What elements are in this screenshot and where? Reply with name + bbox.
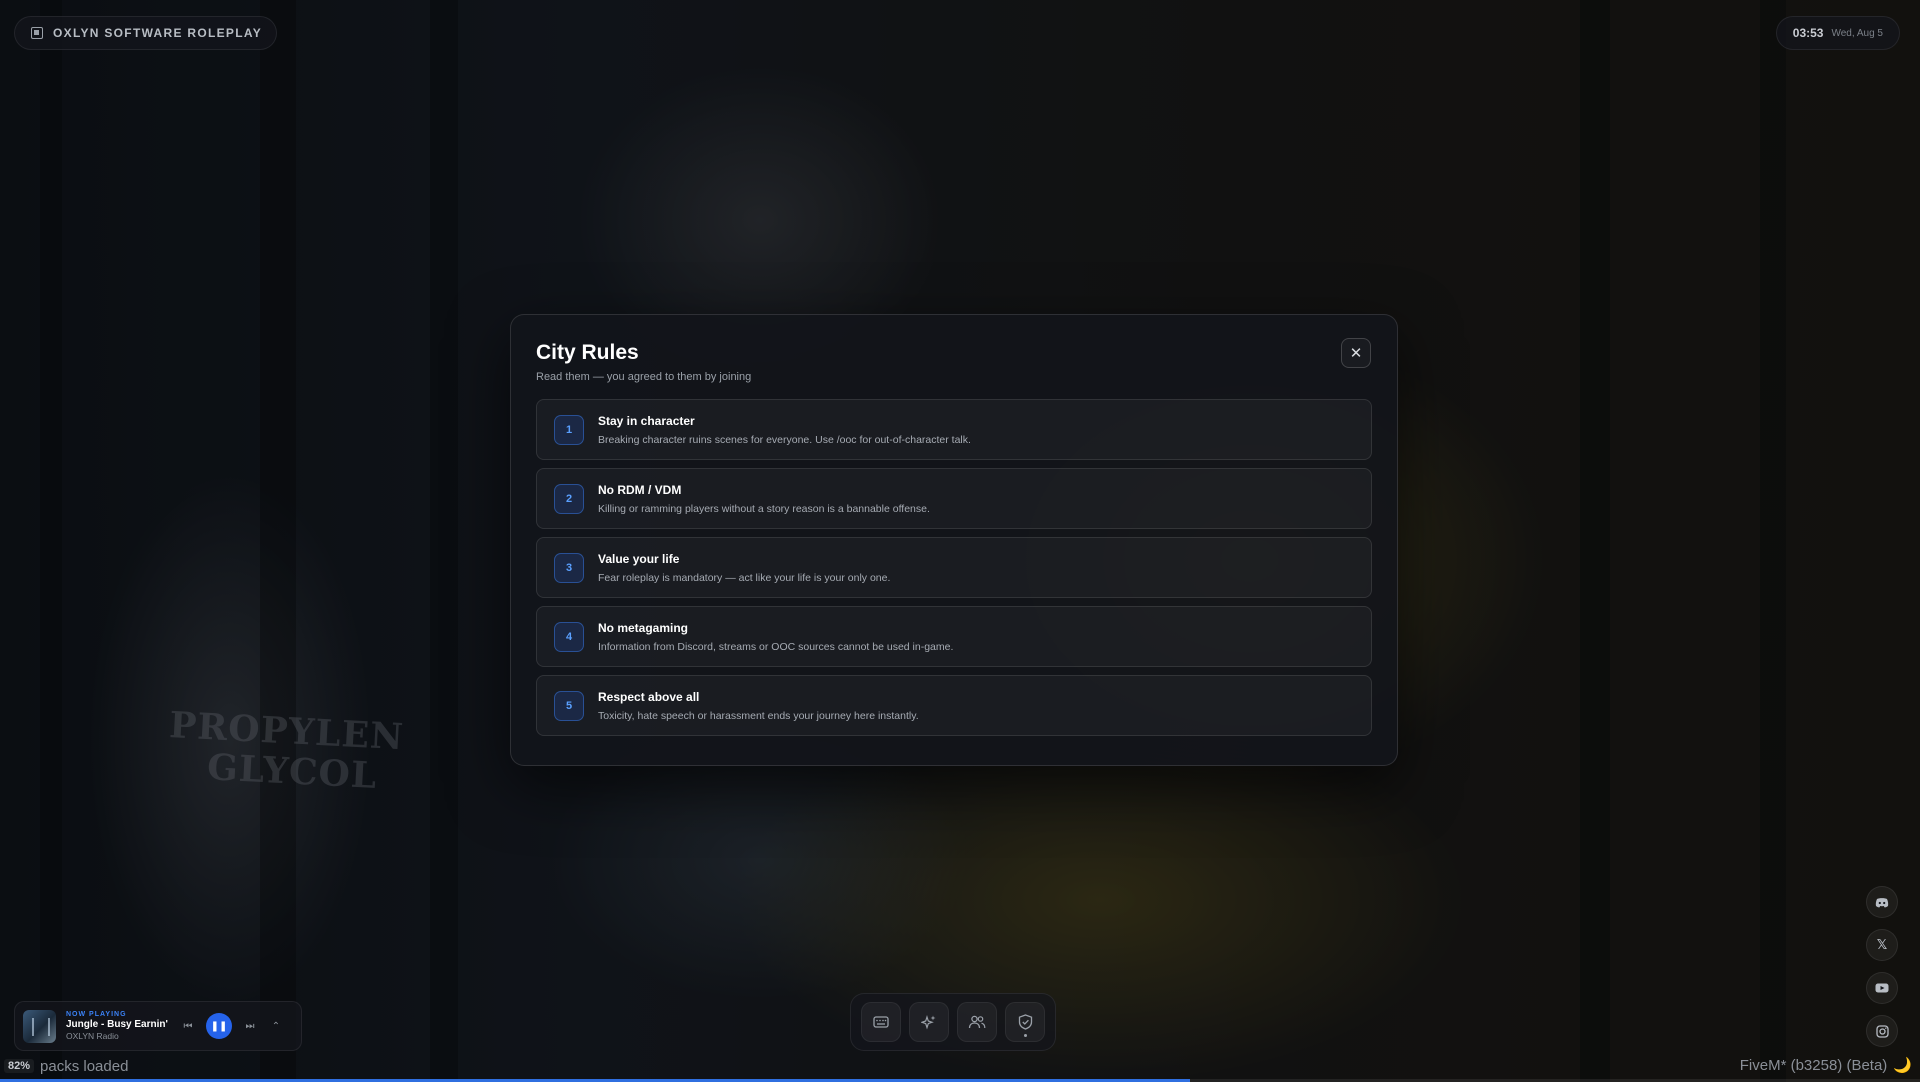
rule-description: Toxicity, hate speech or harassment ends… [598,709,919,722]
clock-time: 03:53 [1792,26,1824,40]
rule-description: Breaking character ruins scenes for ever… [598,433,971,446]
now-playing-label: NOW PLAYING [66,1011,127,1018]
rule-item: 5 Respect above all Toxicity, hate speec… [536,675,1372,736]
pause-icon: ❚❚ [210,1020,228,1032]
album-art [23,1009,56,1043]
loading-status: 82% packs loaded [4,1056,128,1076]
rule-item: 1 Stay in character Breaking character r… [536,399,1372,460]
rule-item: 2 No RDM / VDM Killing or ramming player… [536,468,1372,529]
close-icon: ✕ [1349,345,1363,362]
rule-title: No RDM / VDM [598,482,682,497]
client-version-text: FiveM* (b3258) (Beta) [1739,1056,1888,1074]
rule-number: 3 [554,552,584,583]
logo-icon [31,27,43,39]
rule-title: Value your life [598,551,680,566]
x-button[interactable]: 𝕏 [1866,929,1898,961]
rule-description: Killing or ramming players without a sto… [598,502,930,515]
users-icon [968,1015,986,1029]
brand-name: OXLYN SOFTWARE ROLEPLAY [53,26,263,40]
clock-badge: 03:53 Wed, Aug 5 [1775,16,1900,50]
sparkles-button[interactable] [909,1002,949,1042]
city-rules-modal: City Rules Read them — you agreed to the… [510,314,1398,766]
users-button[interactable] [957,1002,997,1042]
x-icon: 𝕏 [1876,937,1888,952]
music-player: NOW PLAYING Jungle - Busy Earnin' OXLYN … [14,1001,302,1051]
track-artist: OXLYN Radio [66,1031,119,1041]
instagram-icon [1875,1024,1889,1038]
clock-date: Wed, Aug 5 [1831,27,1883,39]
rule-title: Stay in character [598,413,695,428]
skip-back-icon[interactable]: ⏮ [180,1021,196,1032]
rule-title: Respect above all [598,689,700,704]
youtube-button[interactable] [1866,972,1898,1004]
rule-item: 4 No metagaming Information from Discord… [536,606,1372,667]
rules-button[interactable] [1005,1002,1045,1042]
social-links: 𝕏 [1866,886,1898,1047]
track-info: NOW PLAYING Jungle - Busy Earnin' OXLYN … [66,1011,170,1041]
rule-title: No metagaming [598,620,689,635]
rule-number: 2 [554,483,584,514]
discord-button[interactable] [1866,886,1898,918]
modal-subtitle: Read them — you agreed to them by joinin… [536,371,752,383]
bottom-dock [850,993,1056,1051]
brand-badge: OXLYN SOFTWARE ROLEPLAY [14,16,278,50]
rule-description: Information from Discord, streams or OOC… [598,640,954,653]
rule-number: 4 [554,621,584,652]
loading-text: packs loaded [40,1057,129,1075]
close-button[interactable]: ✕ [1341,338,1371,368]
chevron-up-icon[interactable]: ⌃ [268,1021,284,1032]
moon-icon: 🌙 [1893,1057,1912,1074]
keyboard-icon [873,1016,889,1028]
pause-button[interactable]: ❚❚ [206,1013,232,1039]
rule-number: 5 [554,690,584,721]
track-title: Jungle - Busy Earnin' [66,1019,168,1030]
keyboard-button[interactable] [861,1002,901,1042]
discord-icon [1875,897,1889,907]
instagram-button[interactable] [1866,1015,1898,1047]
modal-title: City Rules [536,341,639,364]
sparkles-icon [921,1015,936,1030]
client-version: FiveM* (b3258) (Beta) 🌙 [1739,1056,1912,1075]
skip-forward-icon[interactable]: ⏭ [242,1021,258,1032]
rule-item: 3 Value your life Fear roleplay is manda… [536,537,1372,598]
youtube-icon [1875,983,1889,993]
rule-number: 1 [554,414,584,445]
loading-percent: 82% [4,1059,35,1073]
rule-description: Fear roleplay is mandatory — act like yo… [598,571,891,584]
rules-list: 1 Stay in character Breaking character r… [536,399,1372,736]
shield-check-icon [1018,1014,1032,1030]
